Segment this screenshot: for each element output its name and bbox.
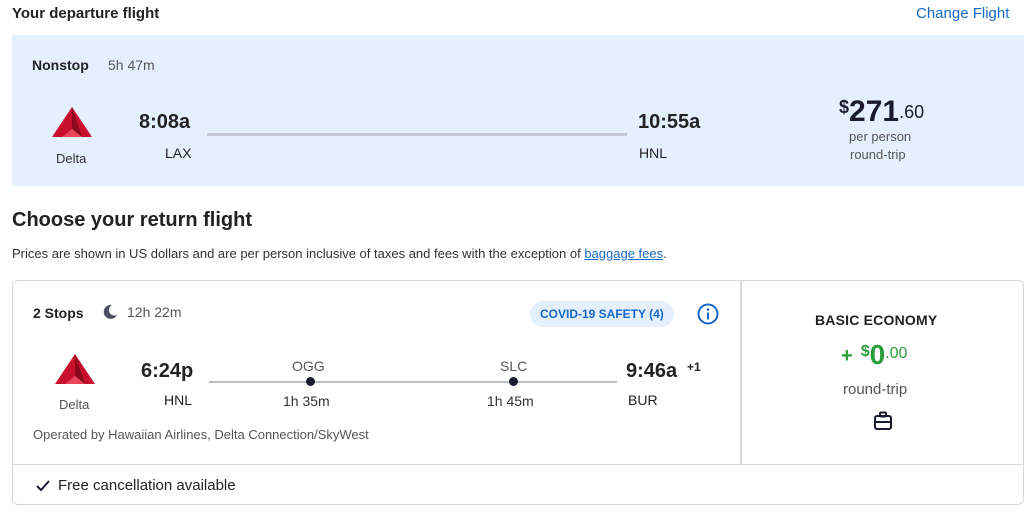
return-flight-card[interactable]: 2 Stops 12h 22m COVID-19 SAFETY (4) Delt…: [12, 280, 1024, 505]
price-trip-type: round-trip: [850, 147, 906, 162]
covid-safety-badge[interactable]: COVID-19 SAFETY (4): [530, 301, 674, 327]
fare-cents: .00: [885, 345, 908, 362]
departure-duration: 5h 47m: [108, 57, 155, 73]
fare-trip-type: round-trip: [843, 381, 908, 398]
return-stops: 2 Stops: [33, 305, 84, 321]
stop-layover: 1h 35m: [283, 393, 330, 409]
price-per-person: per person: [849, 129, 912, 144]
price-cents: .60: [899, 102, 925, 122]
info-icon[interactable]: [697, 303, 719, 330]
day-offset-badge: +1: [687, 360, 701, 374]
departure-flight-panel: Nonstop 5h 47m Delta 8:08a LAX 10:55a HN…: [12, 35, 1024, 186]
delta-logo-icon: [52, 107, 94, 144]
stop-layover: 1h 45m: [487, 393, 534, 409]
return-route-line: [209, 381, 617, 383]
price-disclaimer-text: Prices are shown in US dollars and are p…: [12, 246, 585, 261]
price-disclaimer-suffix: .: [663, 246, 667, 261]
baggage-fees-link[interactable]: baggage fees: [584, 246, 663, 261]
fare-price[interactable]: + $0.00: [841, 339, 907, 371]
stop-code: SLC: [500, 358, 528, 374]
return-title: Choose your return flight: [12, 209, 252, 231]
return-arrive-airport: BUR: [628, 392, 658, 408]
suitcase-icon: [873, 411, 893, 436]
price-disclaimer: Prices are shown in US dollars and are p…: [12, 246, 667, 261]
delta-logo-icon: [55, 354, 97, 391]
stop-dot: [509, 377, 518, 386]
operated-by: Operated by Hawaiian Airlines, Delta Con…: [33, 427, 369, 442]
departure-depart-airport: LAX: [165, 145, 192, 161]
price-currency: $: [839, 97, 850, 117]
return-arrive-time: 9:46a: [626, 360, 678, 382]
departure-stops: Nonstop: [32, 57, 89, 73]
card-divider-horizontal: [13, 464, 1023, 465]
departure-arrive-time: 10:55a: [638, 111, 701, 133]
fare-currency: $: [860, 343, 870, 360]
fare-class-name: BASIC ECONOMY: [815, 312, 938, 328]
card-divider-vertical: [740, 281, 742, 464]
return-airline-name: Delta: [59, 397, 90, 412]
departure-depart-time: 8:08a: [139, 111, 191, 133]
stop-dot: [306, 377, 315, 386]
stop-code: OGG: [292, 358, 325, 374]
fare-plus: +: [841, 345, 853, 367]
change-flight-link[interactable]: Change Flight: [916, 5, 1009, 22]
return-depart-time: 6:24p: [141, 360, 194, 382]
fare-dollars: 0: [869, 339, 886, 370]
check-icon: [35, 478, 51, 499]
return-duration: 12h 22m: [127, 304, 182, 320]
free-cancellation-text: Free cancellation available: [58, 477, 236, 494]
departure-price: $271.60: [839, 95, 924, 129]
departure-title: Your departure flight: [12, 5, 160, 22]
departure-route-line: [207, 133, 627, 136]
departure-airline-name: Delta: [56, 151, 87, 166]
price-dollars: 271: [849, 95, 900, 128]
departure-arrive-airport: HNL: [639, 145, 668, 161]
moon-icon: [101, 303, 119, 326]
return-depart-airport: HNL: [164, 392, 193, 408]
